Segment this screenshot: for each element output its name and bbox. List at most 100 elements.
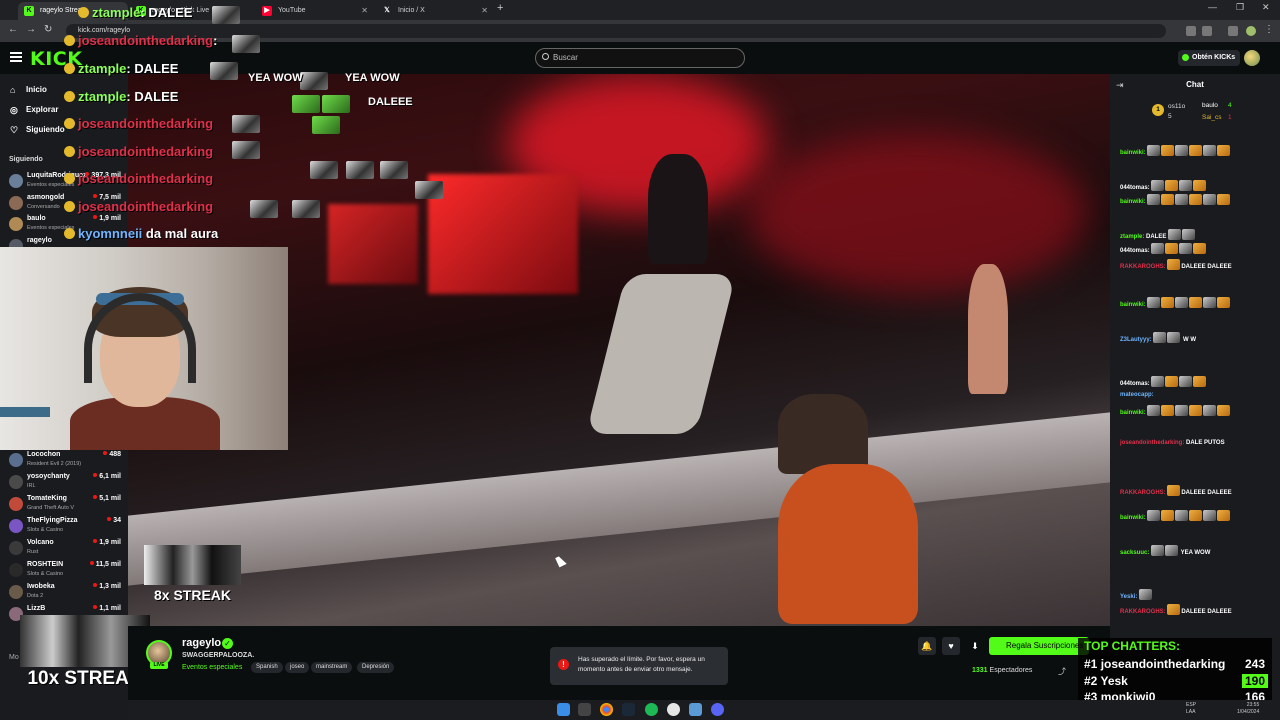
nav-following[interactable]: ♡ Siguiendo bbox=[10, 125, 65, 135]
avatar bbox=[9, 475, 23, 489]
spotify-icon[interactable] bbox=[645, 703, 658, 716]
minimize-icon[interactable]: — bbox=[1208, 2, 1217, 12]
close-window-icon[interactable]: ✕ bbox=[1262, 2, 1270, 13]
gift-subscription-button[interactable]: Regala Suscripciones bbox=[989, 637, 1089, 655]
channel-name[interactable]: rageylo bbox=[182, 637, 221, 649]
hamburger-menu-icon[interactable] bbox=[10, 52, 22, 62]
gift-icon[interactable]: ⬇ bbox=[966, 637, 984, 655]
nav-home[interactable]: ⌂ Inicio bbox=[10, 85, 47, 95]
discord-icon[interactable] bbox=[711, 703, 724, 716]
tab-youtube[interactable]: ▶ YouTube ✕ bbox=[256, 2, 374, 20]
follow-heart-button[interactable]: ♥ bbox=[942, 637, 960, 655]
chat-message: bainwiki: bbox=[1120, 405, 1270, 416]
windows-start-icon[interactable] bbox=[557, 703, 570, 716]
os-taskbar bbox=[128, 700, 1280, 720]
sidebar-channel-yosoychanty[interactable]: yosoychanty IRL 6,1 mil bbox=[9, 473, 125, 495]
file-explorer-icon[interactable] bbox=[578, 703, 591, 716]
system-clock[interactable]: 23:55 1/04/2024 bbox=[1237, 702, 1259, 716]
top-chatters-title: TOP CHATTERS: bbox=[1084, 639, 1181, 653]
performer-figure bbox=[648, 154, 708, 264]
url-field[interactable]: kick.com/rageylo bbox=[66, 24, 1166, 38]
share-icon[interactable]: ⤴ bbox=[1058, 666, 1066, 677]
tag-depresion[interactable]: Depresión bbox=[357, 662, 395, 673]
emote-icon bbox=[210, 62, 238, 80]
alert-icon: ! bbox=[558, 659, 569, 670]
avatar bbox=[9, 453, 23, 467]
app-icon[interactable] bbox=[689, 703, 702, 716]
forward-icon[interactable]: → bbox=[26, 24, 36, 35]
chat-message: Yeski: bbox=[1120, 589, 1270, 600]
language-indicator[interactable]: ESP LAA bbox=[1186, 702, 1196, 716]
gifter-rank-badge: 1 bbox=[1152, 104, 1164, 116]
emote-icon bbox=[292, 200, 320, 218]
emote-icon bbox=[292, 95, 320, 113]
overlay-chat-line: joseandointhedarking bbox=[64, 144, 213, 159]
emote-icon bbox=[346, 161, 374, 179]
close-icon[interactable]: ✕ bbox=[481, 2, 488, 20]
stage-light bbox=[748, 134, 1088, 294]
top-chatter-row: #2 Yesk 190 bbox=[1084, 674, 1268, 688]
chat-message: mateocapp: bbox=[1120, 392, 1154, 398]
emote-icon bbox=[310, 161, 338, 179]
compass-icon: ◎ bbox=[10, 105, 18, 115]
menu-dots-icon[interactable]: ⋮ bbox=[1264, 24, 1274, 35]
crowd-head bbox=[778, 394, 868, 474]
heart-icon: ♡ bbox=[10, 125, 19, 135]
avatar bbox=[9, 174, 23, 188]
chat-message: bainwiki: bbox=[1120, 297, 1270, 308]
verified-icon: ✓ bbox=[222, 638, 233, 649]
sidebar-channel-volcano[interactable]: Volcano Rust 1,9 mil bbox=[9, 539, 125, 561]
overlay-chat-line: kyomnneii da mal aura bbox=[64, 226, 218, 241]
nav-explore[interactable]: ◎ Explorar bbox=[10, 105, 58, 115]
emote-icon bbox=[300, 72, 328, 90]
chat-message: Z3Lautyyy: W W bbox=[1120, 332, 1270, 343]
tag-mainstream[interactable]: mainstream bbox=[311, 662, 353, 673]
viewer-count: 1331 Espectadores bbox=[972, 667, 1033, 674]
avatar bbox=[9, 497, 23, 511]
maximize-icon[interactable]: ❐ bbox=[1236, 2, 1244, 13]
overlay-chat-line: joseandointhedarking bbox=[64, 199, 213, 214]
chrome-icon[interactable] bbox=[600, 703, 613, 716]
gifter-name: baulo bbox=[1202, 102, 1218, 109]
user-avatar[interactable] bbox=[1244, 50, 1260, 66]
performer-figure bbox=[968, 264, 1008, 394]
webcam-overlay bbox=[0, 247, 288, 450]
gifter-name: os11o bbox=[1168, 103, 1186, 110]
overlay-chat-line: joseandointhedarking bbox=[64, 171, 213, 186]
extension-icon[interactable] bbox=[1186, 26, 1196, 36]
reload-icon[interactable]: ↻ bbox=[44, 24, 52, 35]
overlay-emote-text: YEA WOW bbox=[345, 72, 400, 84]
browser-icon[interactable] bbox=[667, 703, 680, 716]
sidebar-channel-tomateking[interactable]: TomateKing Grand Theft Auto V 5,1 mil bbox=[9, 495, 125, 517]
tab-x[interactable]: 𝕏 Inicio / X ✕ bbox=[376, 2, 494, 20]
tag-joseo[interactable]: joseo bbox=[285, 662, 310, 673]
chat-message: 044tomas: bbox=[1120, 243, 1270, 254]
chat-message: RAKKAROGHS: DALEEE DALEEE bbox=[1120, 259, 1270, 270]
steam-icon[interactable] bbox=[622, 703, 635, 716]
puzzle-icon[interactable] bbox=[1202, 26, 1212, 36]
overlay-emote-text: YEA WOW bbox=[248, 72, 303, 84]
profile-icon[interactable] bbox=[1246, 26, 1256, 36]
new-tab-icon[interactable]: + bbox=[497, 2, 503, 14]
overlay-chat-line: joseandointhedarking bbox=[64, 116, 213, 131]
sidebar-channel-theflyingpizza[interactable]: TheFlyingPizza Slots & Casino 34 bbox=[9, 517, 125, 539]
sidebar-channel-roshtein[interactable]: ROSHTEIN Slots & Casino 11,5 mil bbox=[9, 561, 125, 583]
back-icon[interactable]: ← bbox=[8, 24, 18, 35]
rate-limit-toast: ! Has superado el límite. Por favor, esp… bbox=[550, 647, 728, 685]
sidebar-channel-locochon[interactable]: Locochon Resident Evil 2 (2019) 488 bbox=[9, 451, 125, 473]
tag-spanish[interactable]: Spanish bbox=[251, 662, 283, 673]
close-icon[interactable]: ✕ bbox=[361, 2, 368, 20]
stream-category[interactable]: Eventos especiales bbox=[182, 664, 242, 671]
search-input[interactable]: Buscar bbox=[535, 48, 745, 68]
chat-message: RAKKAROGHS: DALEEE DALEEE bbox=[1120, 604, 1270, 615]
emote-icon bbox=[232, 115, 260, 133]
sidebar-channel-iwobeka[interactable]: Iwobeka Dota 2 1,3 mil bbox=[9, 583, 125, 605]
x-icon: 𝕏 bbox=[384, 7, 390, 14]
downloads-icon[interactable] bbox=[1228, 26, 1238, 36]
chat-message: sacksuuc: YEA WOW bbox=[1120, 545, 1270, 556]
show-more-link[interactable]: Mo bbox=[9, 654, 19, 661]
get-kicks-button[interactable]: Obtén KICKs bbox=[1178, 50, 1240, 66]
emote-icon bbox=[232, 35, 260, 53]
notification-bell-button[interactable]: 🔔 bbox=[918, 637, 936, 655]
chat-message: ztample: DALEE bbox=[1120, 229, 1270, 240]
